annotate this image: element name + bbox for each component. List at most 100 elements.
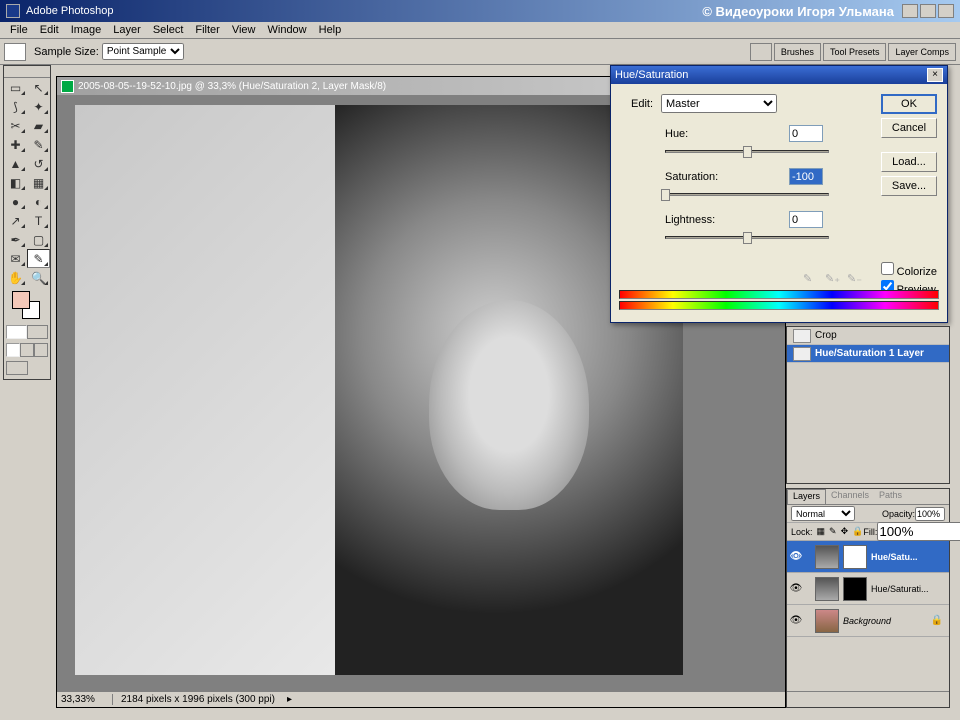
- palette-brushes[interactable]: Brushes: [774, 43, 821, 61]
- edit-select[interactable]: Master: [661, 94, 777, 113]
- layer-mask-thumbnail[interactable]: [843, 545, 867, 569]
- eyedropper-icon[interactable]: ✎: [803, 272, 821, 288]
- menu-edit[interactable]: Edit: [34, 24, 65, 36]
- eyedropper-tool-icon[interactable]: ✎: [27, 249, 50, 268]
- eyedropper-subtract-icon[interactable]: ✎₋: [847, 272, 865, 288]
- move-tool-icon[interactable]: ↖: [27, 78, 50, 97]
- layer-name[interactable]: Hue/Saturati...: [869, 584, 947, 594]
- dialog-title-bar[interactable]: Hue/Saturation ×: [611, 66, 947, 84]
- history-item-huesat[interactable]: Hue/Saturation 1 Layer: [787, 345, 949, 363]
- visibility-icon[interactable]: 👁: [789, 551, 803, 562]
- hue-slider-thumb[interactable]: [743, 146, 752, 158]
- layer-item[interactable]: 👁 Hue/Saturati...: [787, 573, 949, 605]
- document-info[interactable]: 2184 pixels x 1996 pixels (300 ppi): [113, 694, 283, 705]
- lock-pixels-icon[interactable]: ✎: [829, 526, 837, 537]
- load-button[interactable]: Load...: [881, 152, 937, 172]
- colorize-checkbox[interactable]: Colorize: [881, 262, 937, 278]
- screen-fullmenu-icon[interactable]: [20, 343, 34, 357]
- maximize-button[interactable]: [920, 4, 936, 18]
- zoom-field[interactable]: 33,33%: [57, 694, 113, 705]
- menu-select[interactable]: Select: [147, 24, 190, 36]
- lightness-slider-thumb[interactable]: [743, 232, 752, 244]
- lock-transparency-icon[interactable]: ▦: [817, 526, 826, 537]
- zoom-tool-icon[interactable]: 🔍: [27, 268, 50, 287]
- layer-item-background[interactable]: 👁 Background 🔒: [787, 605, 949, 637]
- minimize-button[interactable]: [902, 4, 918, 18]
- palette-handle[interactable]: [4, 68, 50, 78]
- brush-tool-icon[interactable]: ✎: [27, 135, 50, 154]
- menu-filter[interactable]: Filter: [189, 24, 225, 36]
- menu-view[interactable]: View: [226, 24, 262, 36]
- layer-item[interactable]: 👁 Hue/Satu...: [787, 541, 949, 573]
- canvas[interactable]: [75, 105, 683, 675]
- healing-tool-icon[interactable]: ✚: [4, 135, 27, 154]
- current-tool-icon[interactable]: [4, 43, 26, 61]
- visibility-icon[interactable]: 👁: [789, 615, 803, 626]
- cancel-button[interactable]: Cancel: [881, 118, 937, 138]
- foreground-color-swatch[interactable]: [12, 291, 30, 309]
- screen-standard-icon[interactable]: [6, 343, 20, 357]
- palette-toggle-icon[interactable]: [750, 43, 772, 61]
- eyedropper-add-icon[interactable]: ✎₊: [825, 272, 843, 288]
- saturation-slider-thumb[interactable]: [661, 189, 670, 201]
- history-brush-tool-icon[interactable]: ↺: [27, 154, 50, 173]
- screen-full-icon[interactable]: [34, 343, 48, 357]
- lightness-slider[interactable]: [665, 232, 829, 244]
- fill-field[interactable]: [877, 522, 960, 541]
- path-select-tool-icon[interactable]: ↗: [4, 211, 27, 230]
- hue-slider[interactable]: [665, 146, 829, 158]
- layer-name[interactable]: Hue/Satu...: [869, 552, 947, 562]
- saturation-field[interactable]: [789, 168, 823, 185]
- gradient-tool-icon[interactable]: ▦: [27, 173, 50, 192]
- save-button[interactable]: Save...: [881, 176, 937, 196]
- dodge-tool-icon[interactable]: ◐: [27, 192, 50, 211]
- menu-image[interactable]: Image: [65, 24, 108, 36]
- menu-window[interactable]: Window: [262, 24, 313, 36]
- ok-button[interactable]: OK: [881, 94, 937, 114]
- blend-mode-select[interactable]: Normal: [791, 506, 855, 521]
- hue-field[interactable]: [789, 125, 823, 142]
- lightness-field[interactable]: [789, 211, 823, 228]
- tab-layers[interactable]: Layers: [787, 489, 826, 504]
- magic-wand-tool-icon[interactable]: ✦: [27, 97, 50, 116]
- sample-size-select[interactable]: Point Sample: [102, 43, 184, 60]
- info-dropdown-icon[interactable]: ▸: [287, 694, 292, 705]
- tab-channels[interactable]: Channels: [826, 489, 874, 504]
- hand-tool-icon[interactable]: ✋: [4, 268, 27, 287]
- notes-tool-icon[interactable]: ✉: [4, 249, 27, 268]
- lock-position-icon[interactable]: ✥: [841, 526, 849, 537]
- layer-mask-thumbnail[interactable]: [843, 577, 867, 601]
- lock-all-icon[interactable]: 🔒: [852, 526, 863, 537]
- menu-layer[interactable]: Layer: [107, 24, 147, 36]
- dialog-close-button[interactable]: ×: [927, 68, 943, 82]
- jump-to-imageready-icon[interactable]: [6, 361, 28, 375]
- type-tool-icon[interactable]: T: [27, 211, 50, 230]
- palette-layer-comps[interactable]: Layer Comps: [888, 43, 956, 61]
- lasso-tool-icon[interactable]: ⟆: [4, 97, 27, 116]
- crop-tool-icon[interactable]: ✂: [4, 116, 27, 135]
- layer-name[interactable]: Background: [841, 616, 931, 626]
- layers-panel-buttons[interactable]: [787, 691, 949, 707]
- saturation-slider[interactable]: [665, 189, 829, 201]
- eraser-tool-icon[interactable]: ◧: [4, 173, 27, 192]
- menu-file[interactable]: File: [4, 24, 34, 36]
- stamp-tool-icon[interactable]: ▲: [4, 154, 27, 173]
- blur-tool-icon[interactable]: ●: [4, 192, 27, 211]
- tab-paths[interactable]: Paths: [874, 489, 907, 504]
- layer-thumbnail[interactable]: [815, 609, 839, 633]
- close-button[interactable]: [938, 4, 954, 18]
- opacity-field[interactable]: [915, 507, 945, 521]
- standard-mode-icon[interactable]: [6, 325, 27, 339]
- menu-help[interactable]: Help: [313, 24, 348, 36]
- history-item-crop[interactable]: Crop: [787, 327, 949, 345]
- quickmask-mode-icon[interactable]: [27, 325, 48, 339]
- shape-tool-icon[interactable]: ▢: [27, 230, 50, 249]
- pen-tool-icon[interactable]: ✒: [4, 230, 27, 249]
- visibility-icon[interactable]: 👁: [789, 583, 803, 594]
- slice-tool-icon[interactable]: ▰: [27, 116, 50, 135]
- title-bar: Adobe Photoshop © Видеоуроки Игоря Ульма…: [0, 0, 960, 22]
- layer-thumbnail[interactable]: [815, 545, 839, 569]
- palette-tool-presets[interactable]: Tool Presets: [823, 43, 887, 61]
- marquee-tool-icon[interactable]: ▭: [4, 78, 27, 97]
- layer-thumbnail[interactable]: [815, 577, 839, 601]
